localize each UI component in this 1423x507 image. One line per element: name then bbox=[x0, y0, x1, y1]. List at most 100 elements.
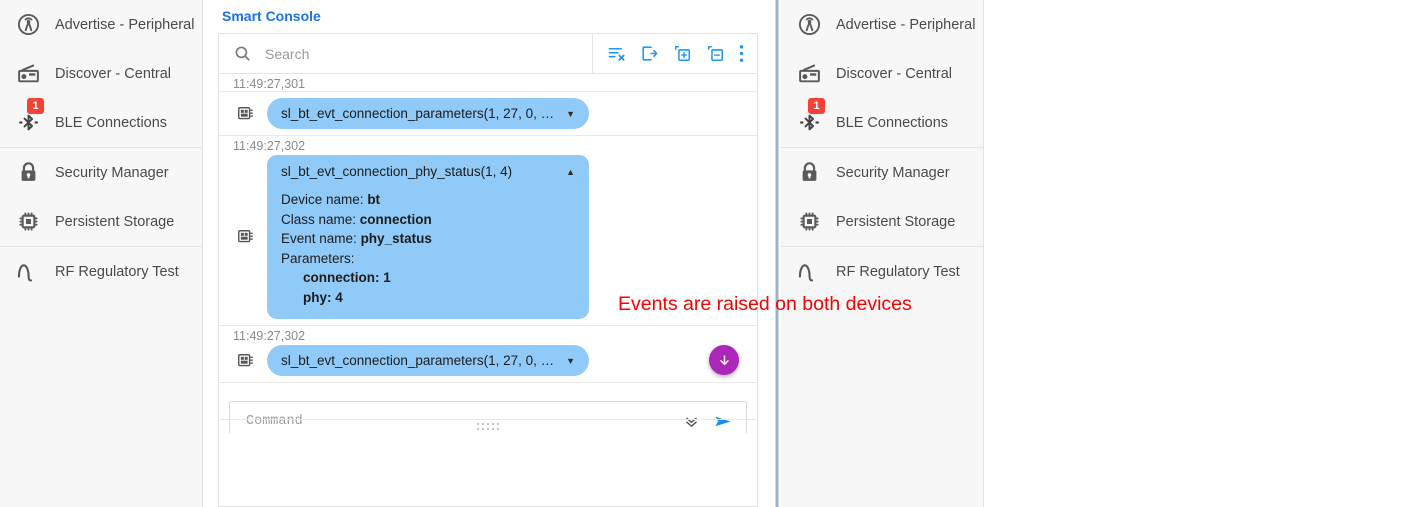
event-detail-card[interactable]: sl_bt_evt_connection_phy_status(1, 4) ▲ … bbox=[267, 155, 589, 319]
event-chip-label: sl_bt_evt_connection_parameters(1, 27, 0… bbox=[281, 353, 556, 368]
sidebar-item-label: RF Regulatory Test bbox=[55, 264, 179, 280]
detail-label: Parameters: bbox=[281, 251, 355, 266]
detail-label: Device name: bbox=[281, 192, 364, 207]
sidebar-item-discover-central[interactable]: Discover - Central bbox=[0, 49, 202, 98]
console-title: Smart Console bbox=[218, 0, 758, 33]
search-input[interactable] bbox=[263, 45, 578, 63]
status-badge: 1 bbox=[27, 98, 44, 114]
sidebar-item-advertise-peripheral[interactable]: Advertise - Peripheral bbox=[0, 0, 202, 49]
bluetooth-icon: 1 bbox=[14, 109, 42, 137]
sidebar-item-label: Persistent Storage bbox=[55, 214, 174, 230]
sidebar-item-label: BLE Connections bbox=[55, 115, 167, 131]
sidebar-item-advertise-peripheral[interactable]: Advertise - Peripheral bbox=[781, 0, 983, 49]
sidebar-item-label: Advertise - Peripheral bbox=[55, 17, 194, 33]
event-chip[interactable]: sl_bt_evt_connection_parameters(1, 27, 0… bbox=[267, 98, 589, 129]
chip-icon bbox=[233, 227, 257, 247]
log-row-body: sl_bt_evt_connection_parameters(1, 27, 0… bbox=[219, 345, 757, 376]
nav-group-testing: RF Regulatory Test bbox=[781, 247, 983, 296]
sidebar-item-security-manager[interactable]: Security Manager bbox=[781, 148, 983, 197]
log-row: sl_bt_evt_connection_parameters(1, 27, 0… bbox=[219, 92, 757, 136]
event-card-body: Device name: bt Class name: connection E… bbox=[281, 179, 575, 307]
log-timestamp: 11:49:27,302 bbox=[219, 326, 757, 345]
chip-icon bbox=[233, 104, 257, 124]
event-card-header[interactable]: sl_bt_evt_connection_phy_status(1, 4) ▲ bbox=[281, 164, 575, 179]
detail-line: Class name: connection bbox=[281, 210, 575, 230]
event-card-title: sl_bt_evt_connection_phy_status(1, 4) bbox=[281, 164, 512, 179]
sidebar-item-label: Discover - Central bbox=[836, 66, 952, 82]
grip-dots-icon bbox=[477, 423, 500, 431]
right-device-pane: Advertise - Peripheral Discover - Centra… bbox=[781, 0, 1423, 507]
sidebar-item-rf-regulatory-test[interactable]: RF Regulatory Test bbox=[781, 247, 983, 296]
more-options-icon[interactable] bbox=[739, 44, 744, 63]
expand-all-icon[interactable] bbox=[673, 44, 692, 63]
detail-value: bt bbox=[367, 192, 380, 207]
bluetooth-icon: 1 bbox=[795, 109, 823, 137]
sidebar-item-discover-central[interactable]: Discover - Central bbox=[781, 49, 983, 98]
detail-line: Device name: bt bbox=[281, 190, 575, 210]
app-stage: Advertise - Peripheral Discover - Centra… bbox=[0, 0, 1423, 507]
event-chip-label: sl_bt_evt_connection_parameters(1, 27, 0… bbox=[281, 106, 556, 121]
collapse-all-icon[interactable] bbox=[706, 44, 725, 63]
clear-list-icon[interactable] bbox=[607, 44, 626, 63]
sine-wave-icon bbox=[14, 258, 42, 286]
pane-resize-handle[interactable] bbox=[218, 419, 758, 433]
nav-group-connectivity: Advertise - Peripheral Discover - Centra… bbox=[0, 0, 202, 148]
log-timestamp: 11:49:27,302 bbox=[219, 136, 757, 155]
log-timestamp: 11:49:27,301 bbox=[219, 74, 757, 92]
detail-label: Class name: bbox=[281, 212, 356, 227]
sidebar-item-ble-connections[interactable]: 1 BLE Connections bbox=[781, 98, 983, 147]
scroll-to-bottom-button[interactable] bbox=[709, 345, 739, 375]
chip-icon bbox=[795, 208, 823, 236]
lock-icon bbox=[795, 159, 823, 187]
nav-group-services: Security Manager Persistent S bbox=[0, 148, 202, 247]
sidebar-item-label: RF Regulatory Test bbox=[836, 264, 960, 280]
log-row-clipped: 11:49:27,301 bbox=[219, 74, 757, 92]
sidebar-item-rf-regulatory-test[interactable]: RF Regulatory Test bbox=[0, 247, 202, 296]
chip-icon bbox=[14, 208, 42, 236]
radio-icon bbox=[795, 60, 823, 88]
sidebar-item-label: Security Manager bbox=[55, 165, 169, 181]
right-sidebar: Advertise - Peripheral Discover - Centra… bbox=[781, 0, 984, 507]
sidebar-item-persistent-storage[interactable]: Persistent Storage bbox=[781, 197, 983, 246]
log-row: 11:49:27,302 bbox=[219, 326, 757, 383]
detail-line: Event name: phy_status bbox=[281, 229, 575, 249]
detail-line: connection: 1 bbox=[281, 268, 575, 288]
event-chip[interactable]: sl_bt_evt_connection_parameters(1, 27, 0… bbox=[267, 345, 589, 376]
chip-icon bbox=[233, 351, 257, 371]
sidebar-item-label: Advertise - Peripheral bbox=[836, 17, 975, 33]
detail-label: Event name: bbox=[281, 231, 357, 246]
chevron-down-icon: ▼ bbox=[566, 356, 575, 366]
nav-group-testing: RF Regulatory Test bbox=[0, 247, 202, 296]
sidebar-item-security-manager[interactable]: Security Manager bbox=[0, 148, 202, 197]
chevron-down-icon: ▼ bbox=[566, 109, 575, 119]
status-badge: 1 bbox=[808, 98, 825, 114]
broadcast-icon bbox=[14, 11, 42, 39]
search-icon bbox=[233, 44, 252, 63]
broadcast-icon bbox=[795, 11, 823, 39]
sidebar-item-label: Security Manager bbox=[836, 165, 950, 181]
sidebar-item-label: BLE Connections bbox=[836, 115, 948, 131]
pane-divider[interactable] bbox=[775, 0, 779, 507]
sine-wave-icon bbox=[795, 258, 823, 286]
console-box: 11:49:27,301 bbox=[218, 33, 758, 452]
left-smart-console: Smart Console bbox=[218, 0, 758, 507]
nav-group-services: Security Manager Persistent St bbox=[781, 148, 983, 247]
sidebar-item-label: Discover - Central bbox=[55, 66, 171, 82]
left-device-pane: Advertise - Peripheral Discover - Centra… bbox=[0, 0, 772, 507]
left-sidebar: Advertise - Peripheral Discover - Centra… bbox=[0, 0, 203, 507]
detail-param: connection: 1 bbox=[303, 270, 391, 285]
lock-icon bbox=[14, 159, 42, 187]
toolbar-actions bbox=[592, 34, 757, 73]
lower-empty-pane bbox=[218, 433, 758, 507]
detail-line: Parameters: bbox=[281, 249, 575, 269]
annotation-text: Events are raised on both devices bbox=[618, 293, 912, 316]
console-toolbar bbox=[219, 34, 757, 74]
sidebar-item-ble-connections[interactable]: 1 BLE Connections bbox=[0, 98, 202, 147]
nav-group-connectivity: Advertise - Peripheral Discover - Centra… bbox=[781, 0, 983, 148]
export-icon[interactable] bbox=[640, 44, 659, 63]
detail-value: connection bbox=[360, 212, 432, 227]
log-row-body: sl_bt_evt_connection_parameters(1, 27, 0… bbox=[219, 92, 757, 129]
detail-line: phy: 4 bbox=[281, 288, 575, 308]
left-log-list[interactable]: 11:49:27,301 bbox=[219, 74, 757, 393]
sidebar-item-persistent-storage[interactable]: Persistent Storage bbox=[0, 197, 202, 246]
